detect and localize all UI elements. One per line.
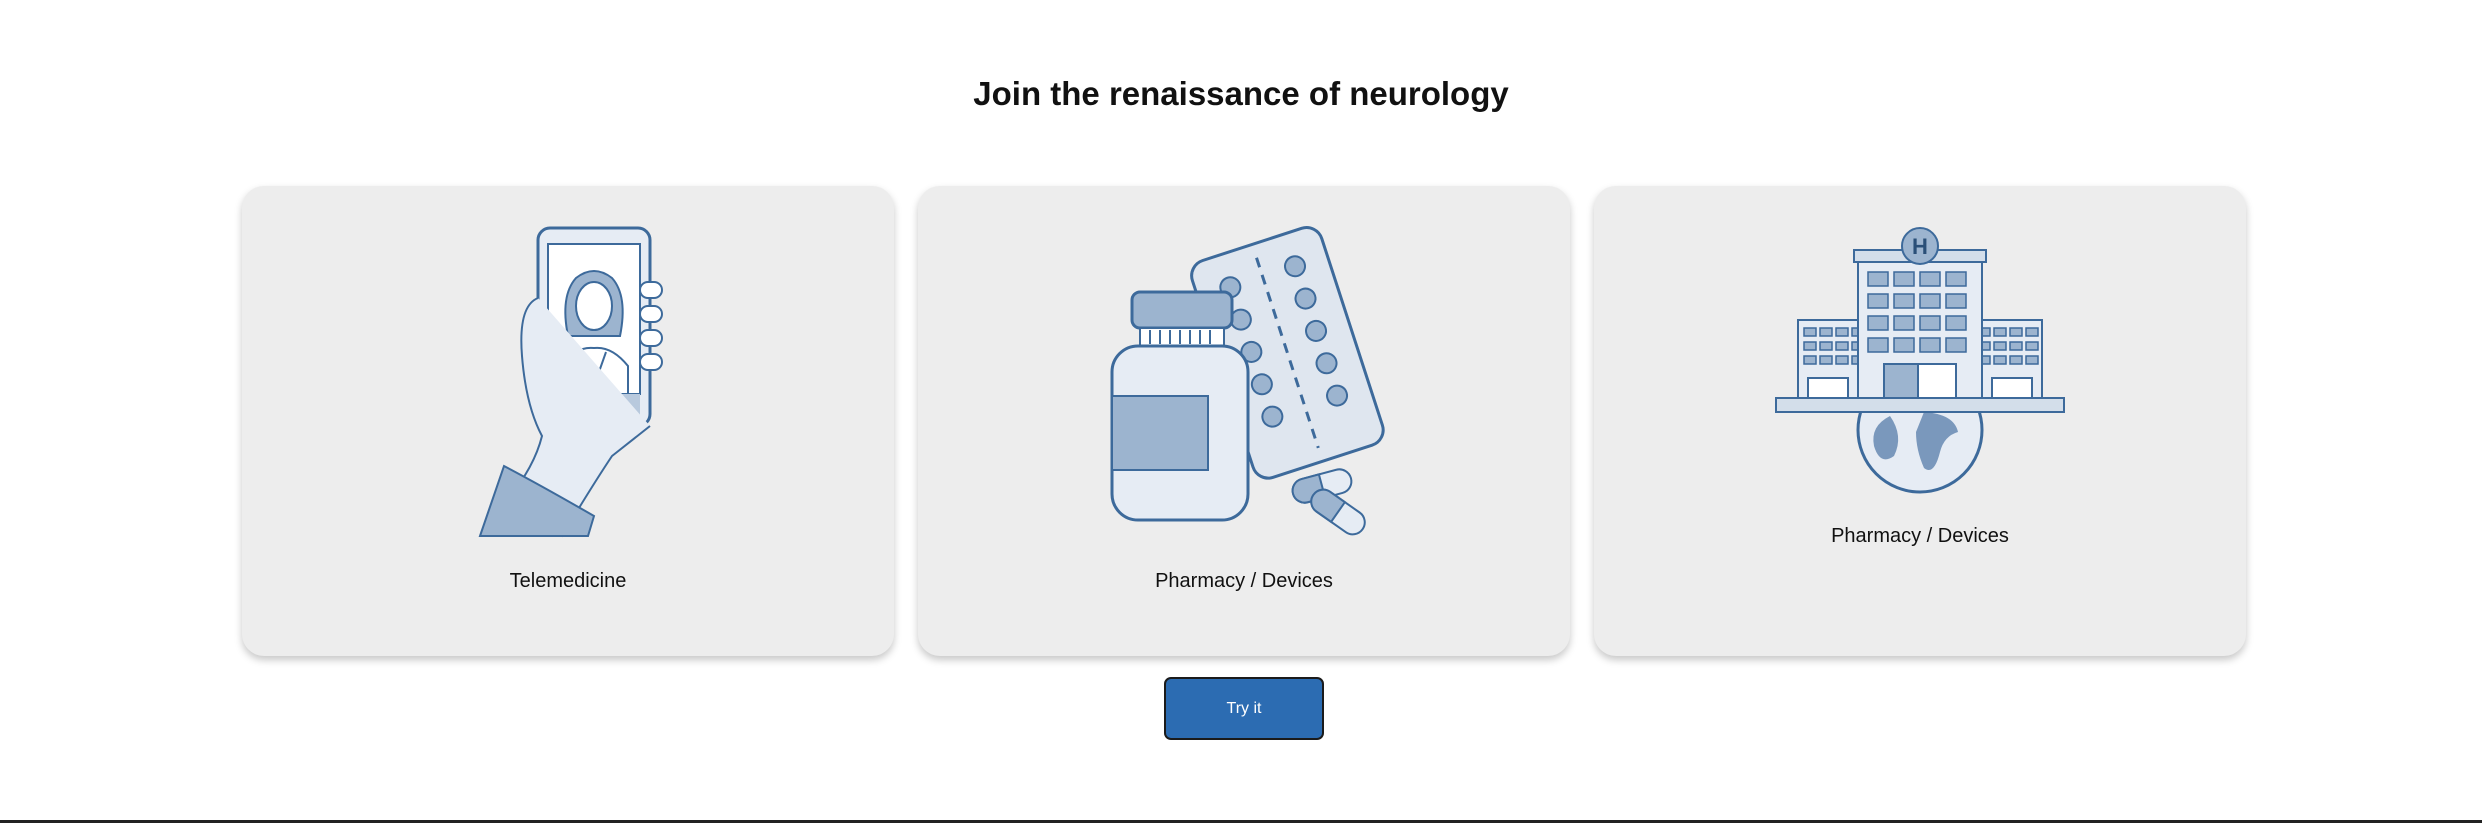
card-telemedicine[interactable]: Telemedicine [242, 186, 894, 656]
page-title: Join the renaissance of neurology [973, 75, 1509, 112]
card-pharmacy-devices[interactable]: Pharmacy / Devices [918, 186, 1570, 656]
card-label-telemedicine: Telemedicine [509, 570, 627, 592]
card-hospital[interactable]: H Pharmacy / Devices [1594, 186, 2246, 656]
try-it-button[interactable]: Try it [1164, 677, 1324, 740]
card-label-pharmacy-devices: Pharmacy / Devices [1155, 570, 1333, 592]
card-label-hospital: Pharmacy / Devices [1831, 525, 2009, 547]
svg-text:H: H [1912, 234, 1928, 259]
hospital-globe-illustration-icon: H [1775, 227, 2065, 494]
